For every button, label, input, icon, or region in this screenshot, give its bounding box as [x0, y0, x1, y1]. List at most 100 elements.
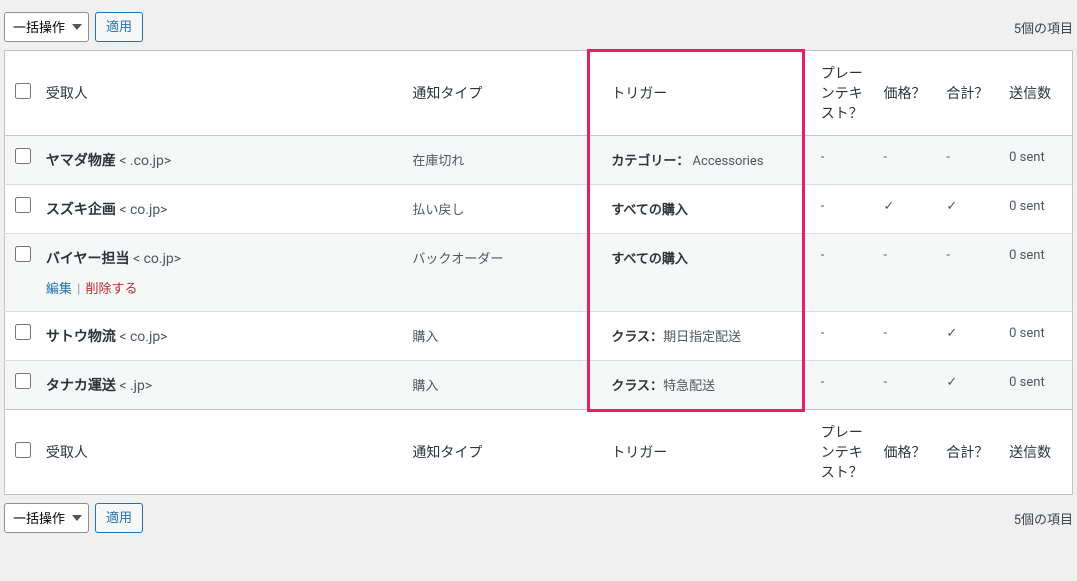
price-cell: -	[874, 234, 937, 312]
row-checkbox[interactable]	[15, 246, 31, 262]
item-count-top: 5個の項目	[1014, 18, 1073, 37]
recipient-email-open: <	[130, 251, 144, 267]
recipient-cell: バイヤー担当 < co.jp> 編集 | 削除する	[36, 234, 402, 312]
trigger-label: クラス：	[611, 379, 663, 394]
item-count-bottom: 5個の項目	[1014, 509, 1073, 528]
recipient-cell: サトウ物流 < co.jp>	[36, 312, 402, 361]
col-recipient[interactable]: 受取人	[36, 51, 402, 136]
total-cell: ✓	[936, 361, 999, 410]
col-trigger-foot[interactable]: トリガー	[601, 410, 810, 495]
recipient-email-open: <	[116, 153, 130, 169]
recipient-title[interactable]: タナカ運送 < .jp>	[46, 378, 152, 394]
trigger-cell: カテゴリー： Accessories	[601, 136, 810, 185]
col-trigger[interactable]: トリガー	[601, 51, 810, 136]
trigger-cell: クラス：特急配送	[601, 361, 810, 410]
bulk-action-select-bottom[interactable]: 一括操作	[4, 503, 89, 533]
edit-link[interactable]: 編集	[46, 282, 72, 297]
trigger-cell: クラス：期日指定配送	[601, 312, 810, 361]
table-row: サトウ物流 < co.jp>購入クラス：期日指定配送--✓0 sent	[5, 312, 1073, 361]
recipient-title[interactable]: バイヤー担当 < co.jp>	[46, 251, 181, 267]
trigger-value: Accessories	[689, 154, 763, 169]
col-price[interactable]: 価格？	[874, 51, 937, 136]
col-recipient-foot[interactable]: 受取人	[36, 410, 402, 495]
recipient-email-domain: co.jp>	[130, 329, 168, 345]
recipient-title[interactable]: スズキ企画 < co.jp>	[46, 202, 168, 218]
sent-cell: 0 sent	[999, 312, 1072, 361]
recipient-email-open: <	[116, 202, 130, 218]
trigger-label: すべての購入	[611, 203, 688, 218]
table-row: ヤマダ物産 < .co.jp>在庫切れカテゴリー： Accessories---…	[5, 136, 1073, 185]
recipient-title[interactable]: ヤマダ物産 < .co.jp>	[46, 153, 171, 169]
table-row: バイヤー担当 < co.jp>編集 | 削除するバックオーダーすべての購入---…	[5, 234, 1073, 312]
type-cell: バックオーダー	[402, 234, 601, 312]
delete-link[interactable]: 削除する	[86, 282, 138, 297]
action-separator: |	[74, 282, 84, 297]
recipient-email-domain: co.jp>	[130, 202, 168, 218]
price-cell: -	[874, 136, 937, 185]
col-type-foot[interactable]: 通知タイプ	[402, 410, 601, 495]
recipient-title[interactable]: サトウ物流 < co.jp>	[46, 329, 168, 345]
row-checkbox[interactable]	[15, 148, 31, 164]
price-cell: -	[874, 361, 937, 410]
recipient-email-domain: co.jp>	[144, 251, 182, 267]
trigger-cell: すべての購入	[601, 234, 810, 312]
plain-cell: -	[811, 361, 874, 410]
row-check-cell	[5, 136, 36, 185]
table-row: タナカ運送 < .jp>購入クラス：特急配送--✓0 sent	[5, 361, 1073, 410]
select-all-checkbox-top[interactable]	[15, 83, 31, 99]
col-sent-foot[interactable]: 送信数	[999, 410, 1072, 495]
select-all-checkbox-bottom[interactable]	[15, 442, 31, 458]
recipient-name: サトウ物流	[46, 329, 116, 345]
total-cell: ✓	[936, 185, 999, 234]
trigger-label: クラス：	[611, 330, 663, 345]
sent-cell: 0 sent	[999, 136, 1072, 185]
row-checkbox[interactable]	[15, 373, 31, 389]
row-checkbox[interactable]	[15, 197, 31, 213]
recipient-email-open: <	[116, 329, 130, 345]
recipient-email-domain: .jp>	[130, 378, 152, 394]
row-check-cell	[5, 361, 36, 410]
recipient-name: タナカ運送	[46, 378, 116, 394]
trigger-value: 特急配送	[663, 379, 715, 394]
apply-button-top[interactable]: 適用	[95, 12, 143, 42]
col-plain-foot[interactable]: プレーンテキスト？	[811, 410, 874, 495]
col-total-foot[interactable]: 合計？	[936, 410, 999, 495]
apply-button-bottom[interactable]: 適用	[95, 503, 143, 533]
col-total[interactable]: 合計？	[936, 51, 999, 136]
tablenav-bottom: 一括操作 適用 5個の項目	[4, 499, 1073, 537]
recipient-email-domain: .co.jp>	[130, 153, 171, 169]
sent-cell: 0 sent	[999, 361, 1072, 410]
trigger-cell: すべての購入	[601, 185, 810, 234]
recipient-name: バイヤー担当	[46, 251, 130, 267]
select-all-footer	[5, 410, 36, 495]
plain-cell: -	[811, 312, 874, 361]
recipient-name: ヤマダ物産	[46, 153, 116, 169]
recipient-cell: タナカ運送 < .jp>	[36, 361, 402, 410]
type-cell: 購入	[402, 361, 601, 410]
row-check-cell	[5, 234, 36, 312]
col-plain[interactable]: プレーンテキスト？	[811, 51, 874, 136]
plain-cell: -	[811, 185, 874, 234]
price-cell: -	[874, 312, 937, 361]
bulk-actions-bottom: 一括操作 適用	[4, 503, 143, 533]
col-sent[interactable]: 送信数	[999, 51, 1072, 136]
total-cell: -	[936, 234, 999, 312]
total-cell: -	[936, 136, 999, 185]
tablenav-top: 一括操作 適用 5個の項目	[4, 8, 1073, 46]
col-type[interactable]: 通知タイプ	[402, 51, 601, 136]
table-row: スズキ企画 < co.jp>払い戻しすべての購入-✓✓0 sent	[5, 185, 1073, 234]
recipient-name: スズキ企画	[46, 202, 116, 218]
total-cell: ✓	[936, 312, 999, 361]
type-cell: 払い戻し	[402, 185, 601, 234]
trigger-value: 期日指定配送	[663, 330, 741, 345]
col-price-foot[interactable]: 価格？	[874, 410, 937, 495]
bulk-action-select-top[interactable]: 一括操作	[4, 12, 89, 42]
type-cell: 在庫切れ	[402, 136, 601, 185]
recipient-email-open: <	[116, 378, 130, 394]
notifications-table: 受取人 通知タイプ トリガー プレーンテキスト？ 価格？ 合計？ 送信数 ヤマダ…	[4, 50, 1073, 495]
bulk-actions-top: 一括操作 適用	[4, 12, 143, 42]
trigger-label: すべての購入	[611, 252, 688, 267]
row-checkbox[interactable]	[15, 324, 31, 340]
row-check-cell	[5, 185, 36, 234]
select-all-header	[5, 51, 36, 136]
